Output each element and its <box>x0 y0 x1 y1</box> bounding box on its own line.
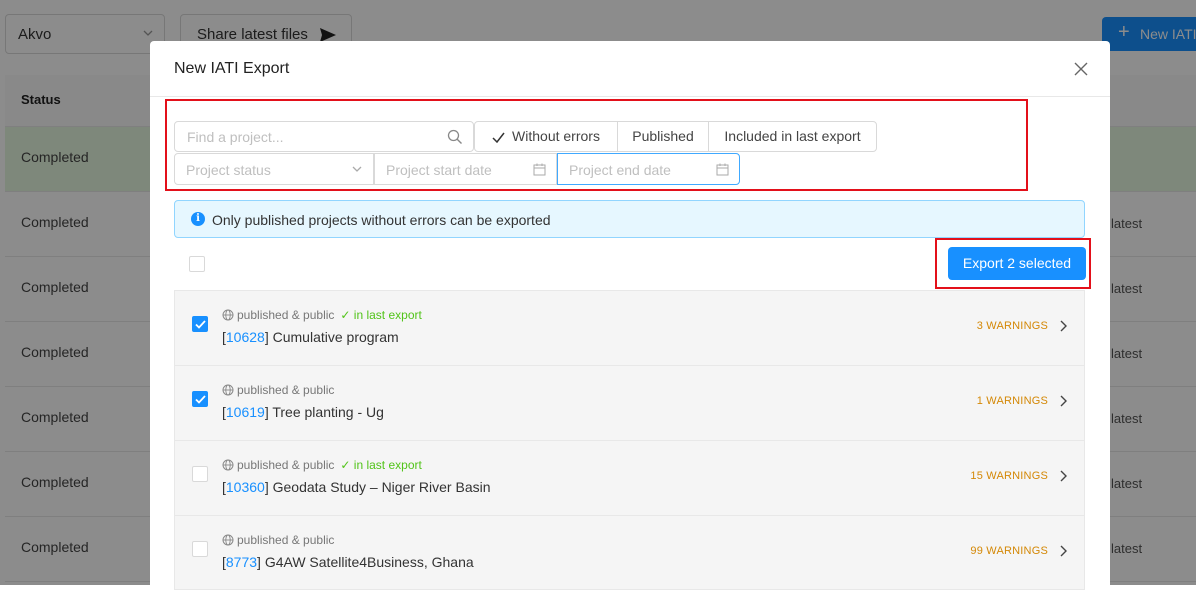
project-meta: published & public <box>222 533 334 547</box>
project-id-link[interactable]: 10628 <box>226 329 265 345</box>
project-checkbox[interactable] <box>192 316 208 332</box>
project-name: Cumulative program <box>272 329 399 345</box>
new-iati-export-modal: New IATI Export Without errors Published… <box>150 41 1110 601</box>
list-item[interactable]: published & public [10619] Tree planting… <box>174 365 1085 440</box>
project-name: Geodata Study – Niger River Basin <box>272 479 491 495</box>
filter-included-last-export-label: Included in last export <box>724 128 861 144</box>
search-input[interactable] <box>185 128 439 146</box>
project-status-select[interactable]: Project status <box>174 153 374 185</box>
project-start-date-picker[interactable]: Project start date <box>374 153 557 185</box>
project-id-link[interactable]: 10360 <box>226 479 265 495</box>
calendar-icon <box>533 163 546 176</box>
select-all-checkbox[interactable] <box>189 256 205 272</box>
globe-icon <box>222 459 234 471</box>
in-last-export-label: in last export <box>353 458 422 472</box>
check-icon <box>195 395 206 404</box>
filter-included-last-export[interactable]: Included in last export <box>708 121 877 152</box>
project-id-link[interactable]: 8773 <box>226 554 257 570</box>
globe-icon <box>222 534 234 546</box>
calendar-icon <box>716 163 729 176</box>
project-search[interactable] <box>174 121 474 152</box>
warnings-count: 15 WARNINGS <box>970 470 1048 482</box>
publish-status: published & public <box>237 383 335 397</box>
check-icon <box>492 132 505 143</box>
warnings-count: 3 WARNINGS <box>976 320 1048 332</box>
chevron-right-icon[interactable] <box>1059 319 1068 333</box>
modal-header: New IATI Export <box>150 41 1110 97</box>
warnings-count: 1 WARNINGS <box>976 395 1048 407</box>
project-meta: published & public ✓ in last export <box>222 308 422 322</box>
project-name: G4AW Satellite4Business, Ghana <box>264 554 474 570</box>
project-meta: published & public <box>222 383 334 397</box>
info-alert: i Only published projects without errors… <box>174 200 1085 238</box>
search-icon[interactable] <box>447 129 463 145</box>
close-icon[interactable] <box>1074 62 1088 76</box>
chevron-right-icon[interactable] <box>1059 544 1068 558</box>
filter-published-label: Published <box>632 128 694 144</box>
check-icon <box>195 320 206 329</box>
filter-without-errors[interactable]: Without errors <box>474 121 618 152</box>
in-last-export-badge: ✓ in last export <box>340 308 422 322</box>
publish-status: published & public <box>237 533 335 547</box>
info-icon: i <box>191 212 205 226</box>
chevron-right-icon[interactable] <box>1059 469 1068 483</box>
chevron-down-icon <box>352 166 362 172</box>
export-selected-button[interactable]: Export 2 selected <box>948 247 1086 280</box>
globe-icon <box>222 384 234 396</box>
project-meta: published & public ✓ in last export <box>222 458 422 472</box>
filter-published[interactable]: Published <box>617 121 709 152</box>
in-last-export-badge: ✓ in last export <box>340 458 422 472</box>
project-id-link[interactable]: 10619 <box>226 404 265 420</box>
list-item[interactable]: published & public ✓ in last export [1036… <box>174 440 1085 515</box>
chevron-right-icon[interactable] <box>1059 394 1068 408</box>
project-checkbox[interactable] <box>192 466 208 482</box>
publish-status: published & public <box>237 458 335 472</box>
project-status-placeholder: Project status <box>186 162 271 178</box>
project-title: [10628] Cumulative program <box>222 329 399 345</box>
end-date-placeholder: Project end date <box>569 162 671 178</box>
filter-without-errors-label: Without errors <box>512 128 600 144</box>
info-alert-text: Only published projects without errors c… <box>212 212 551 228</box>
list-item[interactable]: published & public ✓ in last export [1062… <box>174 290 1085 365</box>
project-title: [10619] Tree planting - Ug <box>222 404 384 420</box>
project-name: Tree planting - Ug <box>272 404 384 420</box>
project-list: published & public ✓ in last export [1062… <box>174 290 1085 590</box>
list-item[interactable]: published & public [8773] G4AW Satellite… <box>174 515 1085 590</box>
publish-status: published & public <box>237 308 335 322</box>
globe-icon <box>222 309 234 321</box>
in-last-export-label: in last export <box>353 308 422 322</box>
warnings-count: 99 WARNINGS <box>970 545 1048 557</box>
project-title: [8773] G4AW Satellite4Business, Ghana <box>222 554 474 570</box>
project-title: [10360] Geodata Study – Niger River Basi… <box>222 479 491 495</box>
project-end-date-picker[interactable]: Project end date <box>557 153 740 185</box>
project-checkbox[interactable] <box>192 541 208 557</box>
modal-title: New IATI Export <box>174 60 290 77</box>
project-checkbox[interactable] <box>192 391 208 407</box>
start-date-placeholder: Project start date <box>386 162 492 178</box>
